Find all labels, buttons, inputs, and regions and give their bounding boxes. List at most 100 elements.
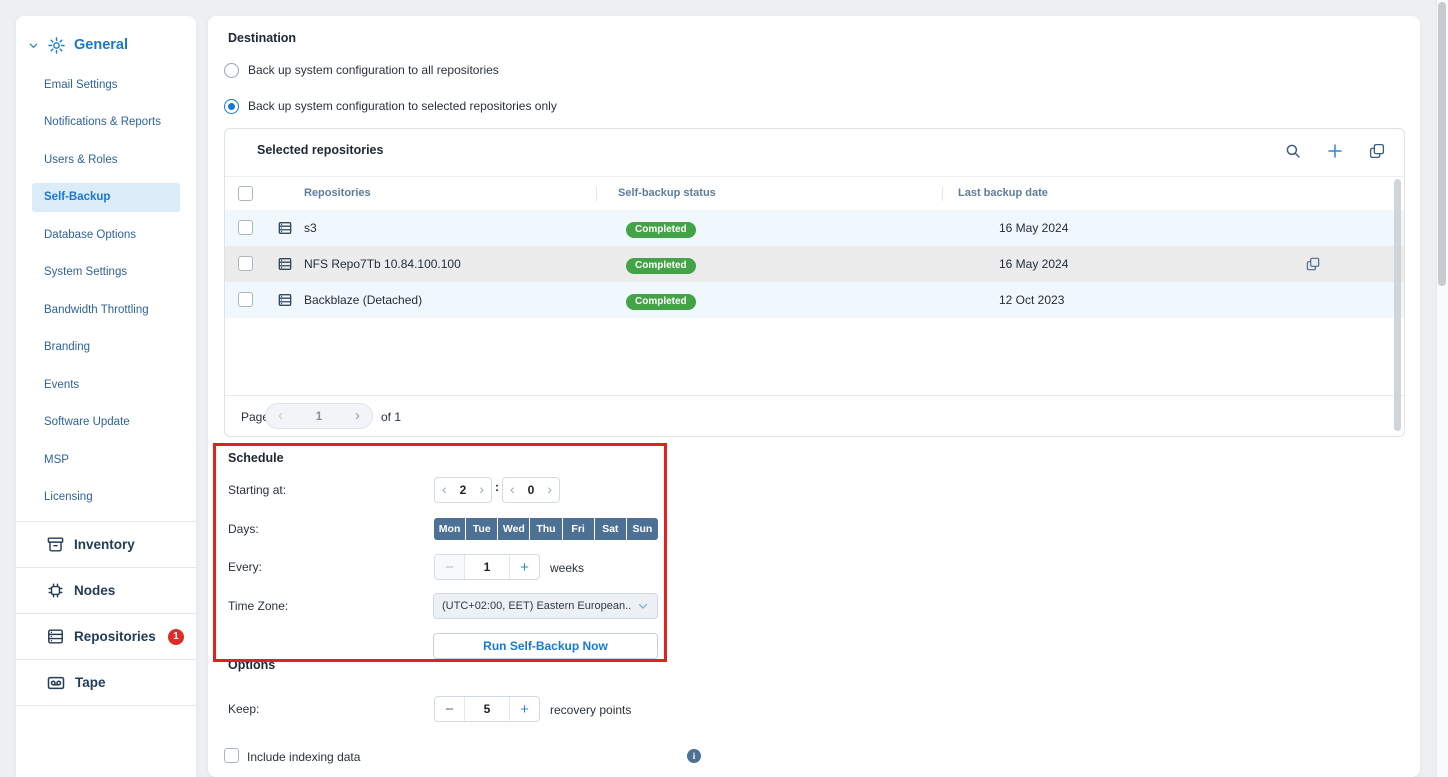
panel-toolbar: [1284, 142, 1386, 160]
timezone-label: Time Zone:: [228, 599, 288, 613]
sidebar-item-events[interactable]: Events: [16, 366, 196, 404]
info-icon[interactable]: i: [687, 749, 701, 763]
repositories-count-badge: 1: [168, 629, 184, 645]
last-backup-date: 12 Oct 2023: [999, 293, 1064, 307]
prev-page-icon[interactable]: ‹: [278, 408, 283, 423]
hour-increment-icon[interactable]: ›: [479, 482, 484, 496]
sidebar-group-general[interactable]: General: [16, 28, 196, 62]
sidebar-item-email-settings[interactable]: Email Settings: [16, 66, 196, 104]
sidebar-item-database-options[interactable]: Database Options: [16, 216, 196, 254]
timezone-value: (UTC+02:00, EET) Eastern European...: [442, 600, 631, 612]
every-plus-icon[interactable]: +: [509, 555, 539, 579]
minute-increment-icon[interactable]: ›: [547, 482, 552, 496]
run-self-backup-button[interactable]: Run Self-Backup Now: [433, 633, 658, 659]
day-button-fri[interactable]: Fri: [563, 518, 594, 540]
sidebar-item-software-update[interactable]: Software Update: [16, 404, 196, 442]
row-checkbox[interactable]: [238, 292, 253, 307]
day-picker: Mon Tue Wed Thu Fri Sat Sun: [434, 518, 658, 540]
sidebar-item-label: Email Settings: [44, 79, 118, 91]
status-badge-wrap: Completed: [626, 291, 696, 310]
table-row[interactable]: Backblaze (Detached) Completed 12 Oct 20…: [225, 282, 1404, 318]
status-badge-wrap: Completed: [626, 219, 696, 238]
database-icon: [277, 256, 293, 272]
sidebar-general-items: Email Settings Notifications & Reports U…: [16, 66, 196, 516]
table-row[interactable]: NFS Repo7Tb 10.84.100.100 Completed 16 M…: [225, 246, 1404, 282]
include-indexing-checkbox[interactable]: [224, 748, 239, 763]
inventory-icon: [46, 535, 65, 554]
starting-at-label: Starting at:: [228, 483, 286, 497]
table-row[interactable]: s3 Completed 16 May 2024: [225, 210, 1404, 246]
sidebar-item-self-backup[interactable]: Self-Backup: [16, 179, 196, 217]
keep-value: 5: [465, 697, 509, 721]
sidebar-item-label: Branding: [44, 341, 90, 353]
radio-icon-checked: [224, 99, 239, 114]
keep-minus-icon[interactable]: −: [435, 697, 465, 721]
sidebar-section-label: Nodes: [74, 583, 115, 598]
column-status: Self-backup status: [618, 187, 716, 199]
select-all-checkbox[interactable]: [238, 186, 253, 201]
status-badge: Completed: [626, 258, 696, 274]
sidebar-item-bandwidth-throttling[interactable]: Bandwidth Throttling: [16, 291, 196, 329]
panel-title: Selected repositories: [257, 143, 383, 157]
hour-decrement-icon[interactable]: ‹: [442, 482, 447, 496]
day-button-wed[interactable]: Wed: [498, 518, 529, 540]
table-scrollbar[interactable]: [1394, 179, 1401, 431]
row-copy-icon[interactable]: [1305, 256, 1321, 272]
sidebar-item-label: Licensing: [44, 491, 93, 503]
minute-decrement-icon[interactable]: ‹: [510, 482, 515, 496]
every-minus-icon[interactable]: −: [435, 555, 465, 579]
sidebar-item-users-roles[interactable]: Users & Roles: [16, 141, 196, 179]
minute-value: 0: [528, 483, 535, 497]
next-page-icon[interactable]: ›: [355, 408, 360, 423]
day-button-tue[interactable]: Tue: [466, 518, 497, 540]
row-checkbox[interactable]: [238, 256, 253, 271]
sidebar-item-system-settings[interactable]: System Settings: [16, 254, 196, 292]
day-button-sat[interactable]: Sat: [595, 518, 626, 540]
column-repositories: Repositories: [304, 187, 371, 199]
status-badge: Completed: [626, 294, 696, 310]
sidebar-item-nodes[interactable]: Nodes: [16, 567, 196, 613]
column-separator: [942, 187, 943, 201]
sidebar-item-notifications-reports[interactable]: Notifications & Reports: [16, 104, 196, 142]
sidebar-item-licensing[interactable]: Licensing: [16, 479, 196, 517]
day-button-mon[interactable]: Mon: [434, 518, 465, 540]
column-separator: [596, 187, 597, 201]
selected-repositories-panel: Selected repositories Repositories Self-…: [224, 128, 1405, 437]
every-unit: weeks: [550, 561, 584, 575]
search-icon[interactable]: [1284, 142, 1302, 160]
timezone-dropdown[interactable]: (UTC+02:00, EET) Eastern European...: [433, 593, 658, 619]
gear-icon: [47, 36, 66, 55]
dropdown-chevron-icon: [637, 600, 649, 612]
copy-icon[interactable]: [1368, 142, 1386, 160]
day-button-thu[interactable]: Thu: [530, 518, 561, 540]
sidebar-item-label: Database Options: [44, 229, 136, 241]
radio-all-repositories[interactable]: Back up system configuration to all repo…: [224, 62, 499, 78]
plus-icon[interactable]: [1326, 142, 1344, 160]
keep-plus-icon[interactable]: +: [509, 697, 539, 721]
sidebar-item-label: System Settings: [44, 266, 127, 278]
sidebar-item-label: Users & Roles: [44, 154, 118, 166]
day-button-sun[interactable]: Sun: [627, 518, 658, 540]
sidebar-item-msp[interactable]: MSP: [16, 441, 196, 479]
database-icon: [277, 292, 293, 308]
last-backup-date: 16 May 2024: [999, 221, 1068, 235]
sidebar-item-tape[interactable]: Tape: [16, 659, 196, 705]
sidebar-item-repositories[interactable]: Repositories 1: [16, 613, 196, 659]
hour-value: 2: [460, 483, 467, 497]
last-backup-date: 16 May 2024: [999, 257, 1068, 271]
page-scrollbar[interactable]: [1438, 2, 1446, 286]
sidebar-item-label: Notifications & Reports: [44, 116, 161, 128]
radio-icon: [224, 63, 239, 78]
repository-name: Backblaze (Detached): [304, 293, 422, 307]
row-checkbox[interactable]: [238, 220, 253, 235]
status-badge-wrap: Completed: [626, 255, 696, 274]
sidebar: General Email Settings Notifications & R…: [16, 16, 196, 777]
sidebar-section-label: Inventory: [74, 537, 135, 552]
radio-selected-repositories[interactable]: Back up system configuration to selected…: [224, 98, 557, 114]
keep-label: Keep:: [228, 702, 259, 716]
column-date: Last backup date: [958, 187, 1048, 199]
nodes-icon: [46, 581, 65, 600]
current-page: 1: [316, 409, 323, 423]
sidebar-item-branding[interactable]: Branding: [16, 329, 196, 367]
sidebar-item-inventory[interactable]: Inventory: [16, 521, 196, 567]
